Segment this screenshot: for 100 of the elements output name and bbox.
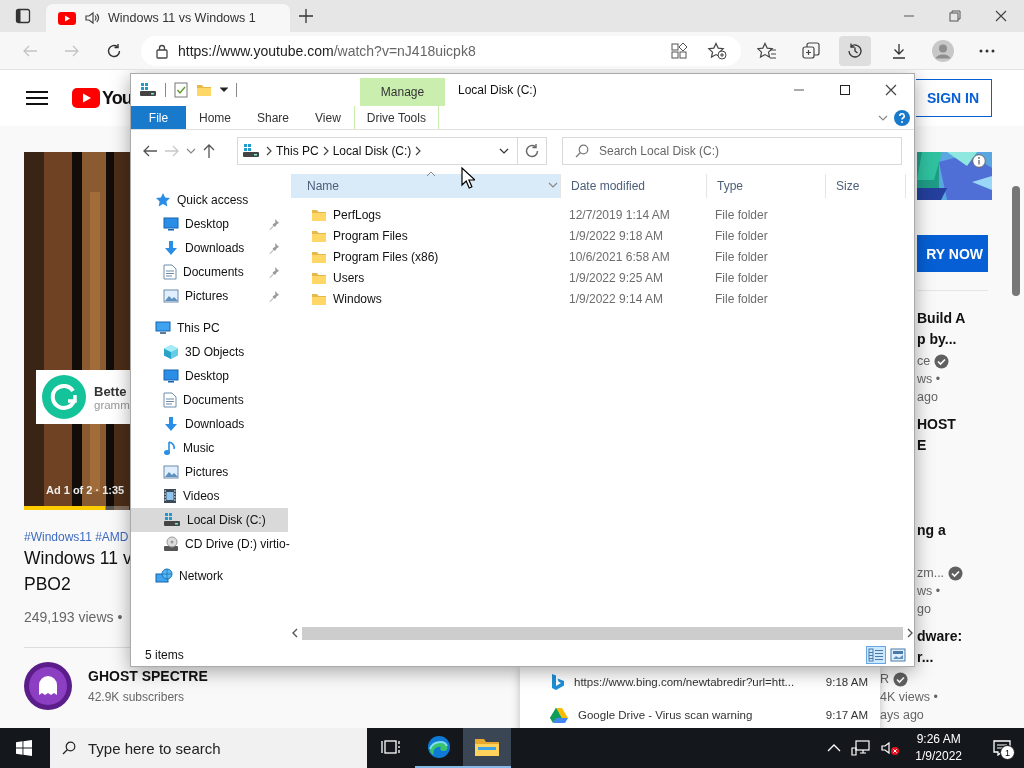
ribbon-tab[interactable]: File: [131, 106, 186, 129]
nav-item[interactable]: Desktop: [131, 212, 288, 236]
up-icon[interactable]: [202, 143, 216, 159]
nav-item[interactable]: Downloads: [131, 236, 288, 260]
hashtags-link[interactable]: #Windows11 #AMD: [24, 530, 129, 544]
nav-item[interactable]: Quick access: [131, 188, 288, 212]
help-icon[interactable]: [894, 109, 910, 126]
chevron-icon[interactable]: [415, 146, 422, 156]
video-title[interactable]: Build A: [917, 308, 988, 329]
nav-item[interactable]: Music: [131, 436, 288, 460]
scroll-left-icon[interactable]: [291, 628, 299, 638]
nav-item[interactable]: Documents: [131, 388, 288, 412]
channel-name[interactable]: R: [880, 670, 890, 688]
channel-name[interactable]: GHOST SPECTRE: [88, 668, 208, 684]
close-icon[interactable]: [995, 10, 1007, 22]
dropdown-icon[interactable]: [499, 148, 509, 154]
nav-item[interactable]: Pictures: [131, 460, 288, 484]
restore-icon[interactable]: [949, 10, 961, 22]
try-now-button[interactable]: RY NOW: [917, 235, 988, 272]
refresh-icon: [106, 42, 122, 59]
tab-actions-icon[interactable]: [15, 8, 31, 24]
context-tab-header[interactable]: Manage: [360, 78, 445, 106]
computer-icon: [155, 321, 171, 335]
address-bar[interactable]: This PC Local Disk (C:): [237, 137, 547, 165]
chevron-icon[interactable]: [266, 146, 272, 156]
speaker-icon[interactable]: [84, 10, 100, 26]
maximize-icon[interactable]: [839, 84, 851, 96]
history-item[interactable]: https://www.bing.com/newtabredir?url=htt... 9:18 AM: [520, 665, 880, 698]
expand-ribbon-icon[interactable]: [878, 114, 888, 121]
breadcrumb-item[interactable]: Local Disk (C:): [328, 144, 416, 158]
history-item[interactable]: Google Drive - Virus scan warning 9:17 AM: [520, 698, 880, 728]
video-title[interactable]: dware:: [917, 626, 988, 647]
notifications-icon[interactable]: [993, 740, 1011, 756]
nav-item[interactable]: Network: [131, 564, 288, 588]
nav-item[interactable]: Pictures: [131, 284, 288, 308]
ribbon-tab[interactable]: Home: [186, 106, 244, 129]
ribbon-tab[interactable]: Share: [244, 106, 303, 129]
breadcrumb-item[interactable]: This PC: [272, 144, 323, 158]
column-header[interactable]: Date modified: [561, 174, 707, 198]
details-view-button[interactable]: [866, 646, 886, 664]
video-title[interactable]: E: [917, 435, 988, 456]
sign-in-button[interactable]: SIGN IN: [916, 79, 992, 117]
video-title[interactable]: r...: [917, 647, 988, 668]
nav-item[interactable]: Downloads: [131, 412, 288, 436]
nav-item[interactable]: CD Drive (D:) virtio-: [131, 532, 288, 556]
search-input[interactable]: Type here to search: [88, 739, 367, 757]
video-title[interactable]: HOST: [917, 414, 988, 435]
file-name[interactable]: Program Files: [333, 228, 408, 243]
nav-item[interactable]: 3D Objects: [131, 340, 288, 364]
tab-title: Windows 11 vs Windows 1: [108, 11, 256, 25]
lock-icon[interactable]: [155, 42, 169, 59]
file-name[interactable]: Program Files (x86): [333, 249, 439, 264]
scrollbar[interactable]: [302, 626, 903, 640]
start-icon[interactable]: [16, 740, 32, 756]
play-logo-icon[interactable]: [72, 88, 100, 108]
nav-item[interactable]: This PC: [131, 316, 288, 340]
channel-name[interactable]: ce: [917, 352, 931, 370]
folder-button[interactable]: [463, 728, 511, 768]
ad-title[interactable]: Bette: [94, 383, 130, 399]
address-bar[interactable]: https://www.youtube.com/watch?v=nJ418uicpk8: [141, 35, 741, 66]
network-icon[interactable]: [851, 740, 872, 756]
channel-avatar[interactable]: [24, 662, 72, 710]
new-tab-icon[interactable]: [298, 8, 314, 24]
column-header[interactable]: Size: [826, 174, 906, 198]
recent-locations-icon[interactable]: [186, 148, 196, 154]
video-title[interactable]: p by...: [917, 329, 988, 350]
file-name[interactable]: Users: [333, 270, 365, 285]
file-name[interactable]: PerfLogs: [333, 207, 382, 222]
customize-caret-icon[interactable]: [220, 87, 228, 93]
column-header[interactable]: Name: [291, 174, 561, 198]
properties-icon[interactable]: [174, 82, 188, 98]
info-icon[interactable]: [972, 154, 986, 168]
search-input[interactable]: Search Local Disk (C:): [599, 144, 901, 158]
scroll-right-icon[interactable]: [906, 628, 914, 638]
channel-name[interactable]: zm...: [917, 564, 945, 582]
column-dropdown-icon[interactable]: [548, 182, 558, 188]
chevron-icon[interactable]: [322, 146, 329, 156]
menu-icon[interactable]: [26, 90, 48, 106]
ribbon-tab[interactable]: Drive Tools: [353, 106, 439, 129]
nav-item[interactable]: Documents: [131, 260, 288, 284]
browser-tab[interactable]: Windows 11 vs Windows 1: [46, 4, 290, 32]
column-header[interactable]: Type: [707, 174, 826, 198]
history-button[interactable]: [839, 35, 871, 66]
muted-speaker-icon[interactable]: [881, 740, 902, 756]
clock-time[interactable]: 9:26 AM: [915, 731, 962, 748]
type-cell-text: File folder: [714, 228, 769, 243]
file-name[interactable]: Windows: [333, 291, 382, 306]
video-title[interactable]: ng a: [917, 520, 988, 541]
show-hidden-icon[interactable]: [827, 744, 842, 752]
search-field[interactable]: Type here to search: [50, 728, 367, 768]
search-field[interactable]: Search Local Disk (C:): [562, 137, 902, 165]
back-icon[interactable]: [142, 143, 158, 159]
nav-item[interactable]: Videos: [131, 484, 288, 508]
ribbon-tab[interactable]: View: [302, 106, 354, 129]
nav-item[interactable]: Desktop: [131, 364, 288, 388]
nav-item[interactable]: Local Disk (C:): [131, 508, 288, 532]
close-icon[interactable]: [885, 84, 897, 96]
clock-date[interactable]: 1/9/2022: [915, 748, 962, 765]
large-icons-view-button[interactable]: [888, 646, 908, 664]
progress-track[interactable]: [24, 506, 129, 510]
